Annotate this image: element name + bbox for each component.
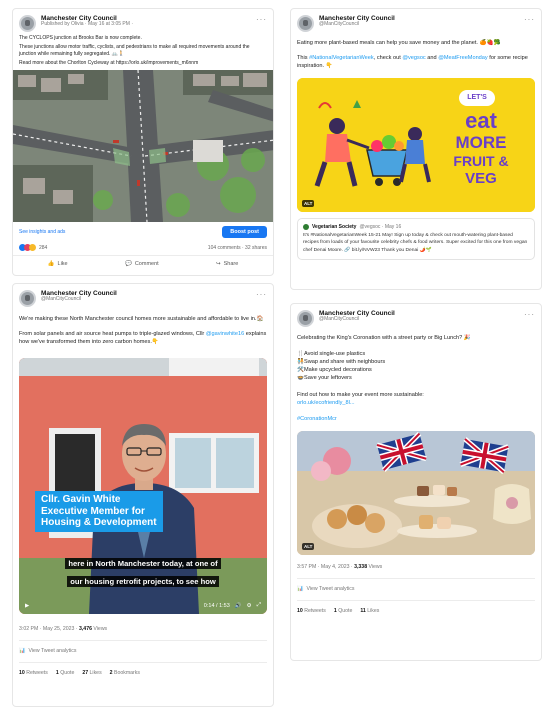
- avatar[interactable]: [19, 290, 36, 307]
- more-icon[interactable]: ···: [524, 15, 535, 24]
- coronation-tea-photo[interactable]: ALT: [297, 430, 535, 555]
- aerial-junction-photo[interactable]: [13, 70, 273, 222]
- post-text: The CYCLOPS junction at Brooks Bar is no…: [19, 35, 142, 41]
- likes-stat[interactable]: 27 Likes: [82, 670, 101, 676]
- quoted-text: It's #NationalVegetarianWeek 15-21 May! …: [303, 233, 528, 253]
- speaker-role: Housing & Development: [41, 517, 157, 529]
- quoted-avatar: [303, 224, 309, 231]
- post-text: These junctions allow motor traffic, cyc…: [19, 44, 250, 57]
- headline-veg: VEG: [465, 170, 497, 188]
- headline-fruit: FRUIT &: [453, 153, 509, 170]
- video-time: 0:14 / 1:53: [203, 602, 230, 609]
- comment-share-stats[interactable]: 104 comments · 32 shares: [208, 245, 267, 251]
- more-icon[interactable]: ···: [524, 310, 535, 319]
- retweets-stat[interactable]: 10 Retweets: [297, 608, 326, 614]
- volume-icon[interactable]: 🔊: [235, 603, 242, 609]
- insights-link[interactable]: See insights and ads: [19, 229, 65, 235]
- fullscreen-icon[interactable]: ⤢: [257, 602, 261, 609]
- headline-eat: eat: [465, 108, 497, 134]
- more-icon[interactable]: ···: [256, 290, 267, 299]
- settings-icon[interactable]: ⚙: [247, 603, 252, 609]
- tweet-card-housing: Manchester City Council @ManCityCouncil …: [12, 283, 274, 707]
- account-handle[interactable]: @ManCityCouncil: [319, 317, 524, 323]
- tweet-text: We're making these North Manchester coun…: [19, 316, 264, 322]
- subtitle-line: here in North Manchester today, at one o…: [65, 558, 221, 570]
- analytics-link[interactable]: 📊 View Tweet analytics: [13, 648, 273, 654]
- bullet-item: 🛠️Make upcycled decorations: [297, 367, 372, 374]
- avatar[interactable]: [19, 15, 36, 32]
- post-link[interactable]: Read more about the Chorlton Cycleway at…: [19, 60, 267, 67]
- tweet-card-coronation: Manchester City Council @ManCityCouncil …: [290, 303, 542, 661]
- video-subtitles: here in North Manchester today, at one o…: [19, 553, 267, 589]
- reaction-count[interactable]: 284: [39, 245, 47, 251]
- bullet-item: 🍴Avoid single-use plastics: [297, 351, 366, 358]
- event-link[interactable]: orlo.uk/ecofriendly_8l...: [297, 399, 535, 407]
- headline-more: MORE: [455, 133, 507, 153]
- tweet-meta: 3:57 PM · May 4, 2023 · 3,338 Views: [297, 563, 383, 570]
- tweet-text: Eating more plant-based meals can help y…: [297, 40, 501, 46]
- more-icon[interactable]: ···: [256, 15, 267, 24]
- quotes-stat[interactable]: 1 Quote: [334, 608, 352, 614]
- boost-post-button[interactable]: Boost post: [222, 226, 267, 238]
- bullet-item: 🧑‍🤝‍🧑Swap and share with neighbours: [297, 359, 386, 366]
- tweet-card-vegetarian: Manchester City Council @ManCityCouncil …: [290, 8, 542, 290]
- share-label: Share: [223, 261, 239, 267]
- quoted-tweet[interactable]: Vegetarian Society @vegsoc · May 16 It's…: [297, 218, 535, 260]
- avatar[interactable]: [297, 310, 314, 327]
- bookmarks-stat[interactable]: 2 Bookmarks: [110, 670, 140, 676]
- quoted-meta: @vegsoc · May 16: [359, 224, 402, 231]
- tweet-meta: 3:02 PM · May 25, 2023 · 3,476 Views: [19, 626, 108, 633]
- analytics-icon: 📊: [297, 585, 304, 592]
- bullet-item: 🍲Save your leftovers: [297, 375, 352, 382]
- subtitle-line: our housing retrofit projects, to see ho…: [67, 576, 219, 588]
- video-player[interactable]: Cllr. Gavin White Executive Member for H…: [19, 358, 267, 615]
- comment-icon: 💬: [124, 261, 132, 267]
- hashtag-link[interactable]: #CoronationMcr: [297, 415, 535, 423]
- quoted-account-name: Vegetarian Society: [312, 224, 357, 231]
- like-button[interactable]: 👍 Like: [48, 261, 68, 267]
- like-icon: 👍: [47, 261, 55, 267]
- share-icon: ↪: [216, 261, 221, 267]
- eat-more-veg-image[interactable]: LET'S eat MORE FRUIT & VEG ALT: [297, 78, 535, 213]
- like-label: Like: [57, 261, 68, 267]
- post-meta: Published by Olivia · May 16 at 3:05 PM …: [41, 21, 133, 28]
- mention-link[interactable]: @MeatFreeMonday: [438, 55, 488, 61]
- comment-button[interactable]: 💬 Comment: [125, 261, 159, 267]
- quotes-stat[interactable]: 1 Quote: [56, 670, 74, 676]
- alt-badge[interactable]: ALT: [302, 200, 315, 208]
- speaker-name: Cllr. Gavin White: [41, 494, 121, 506]
- tweet-text: From solar panels and air source heat pu…: [19, 331, 267, 346]
- mention-link[interactable]: @gavinwhite16: [206, 331, 244, 337]
- reaction-icons[interactable]: [19, 244, 36, 251]
- share-button[interactable]: ↪ Share: [216, 261, 238, 267]
- hashtag-link[interactable]: #NationalVegetarianWeek: [309, 55, 374, 61]
- tweet-text: Find out how to make your event more sus…: [297, 391, 424, 398]
- play-icon[interactable]: ▶: [25, 603, 29, 609]
- mention-link[interactable]: @vegsoc: [402, 55, 425, 61]
- analytics-link[interactable]: 📊 View Tweet analytics: [291, 586, 541, 592]
- retweets-stat[interactable]: 10 Retweets: [19, 670, 48, 676]
- lets-badge: LET'S: [459, 90, 495, 107]
- account-handle[interactable]: @ManCityCouncil: [319, 22, 524, 28]
- avatar[interactable]: [297, 15, 314, 32]
- facebook-post-card: Manchester City Council Published by Oli…: [12, 8, 274, 276]
- lower-third-caption: Cllr. Gavin White Executive Member for H…: [35, 491, 163, 532]
- tweet-text: Celebrating the King's Coronation with a…: [297, 335, 471, 341]
- likes-stat[interactable]: 11 Likes: [360, 608, 379, 614]
- speaker-role: Executive Member for: [41, 505, 145, 517]
- tweet-text: This #NationalVegetarianWeek, check out …: [297, 55, 528, 70]
- analytics-icon: 📊: [19, 648, 26, 655]
- account-handle[interactable]: @ManCityCouncil: [41, 297, 256, 303]
- alt-badge[interactable]: ALT: [302, 542, 315, 550]
- comment-label: Comment: [134, 261, 159, 267]
